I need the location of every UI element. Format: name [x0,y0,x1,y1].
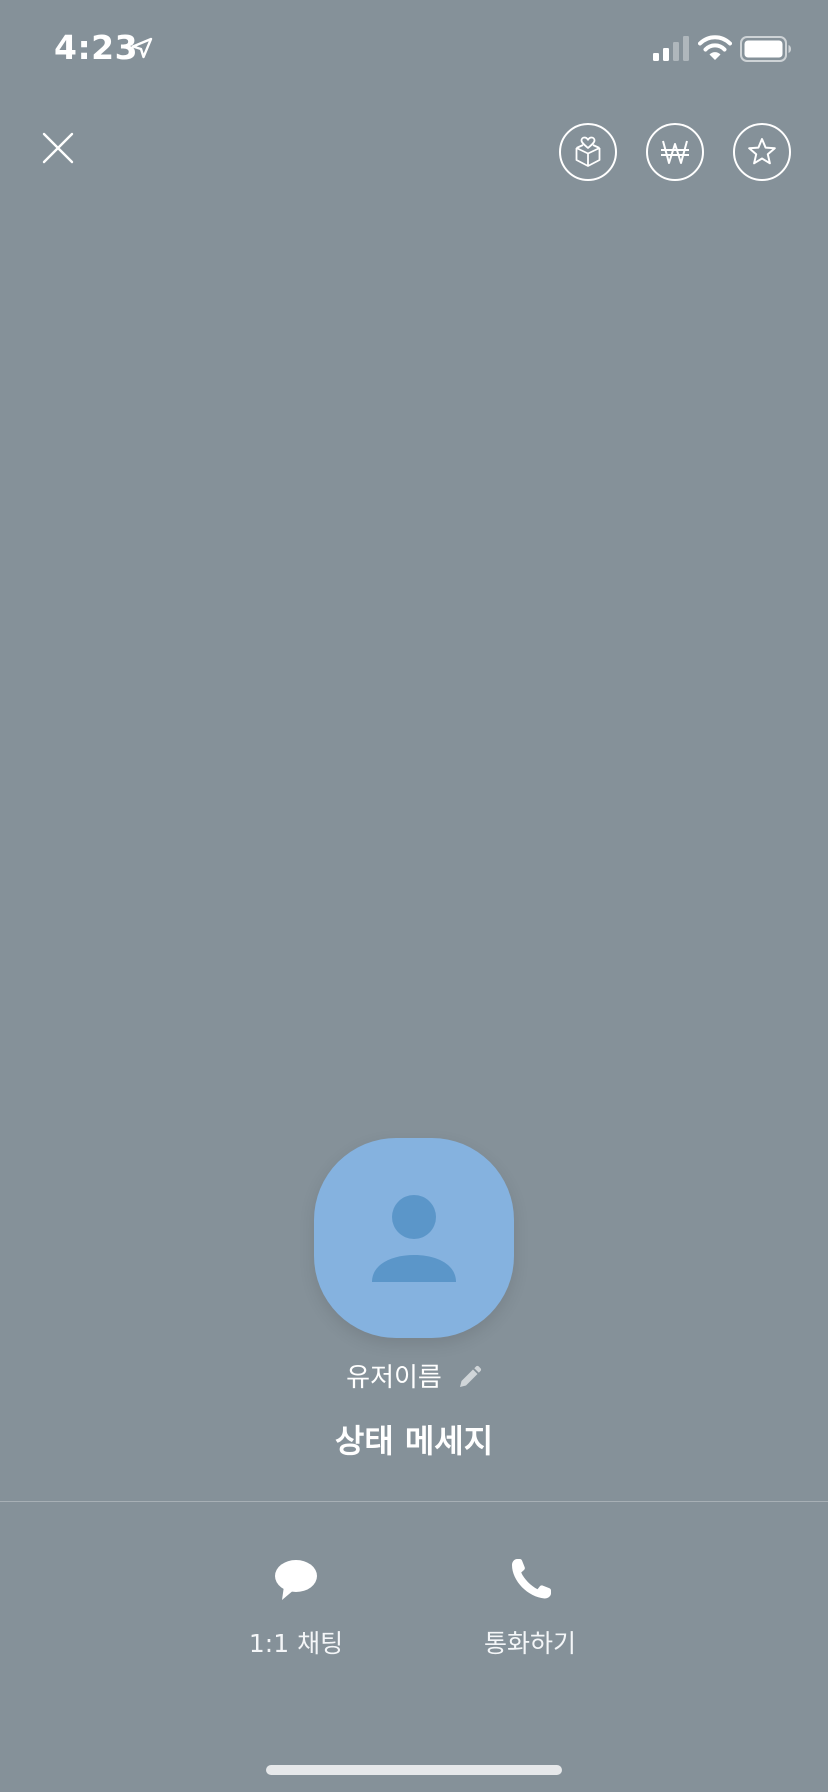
call-button-label: 통화하기 [483,1629,576,1658]
name-row: 유저이름 [0,1360,828,1396]
gift-button[interactable] [559,123,617,181]
gift-icon [575,136,601,167]
pencil-icon[interactable] [456,1365,482,1391]
status-message: 상태 메세지 [334,1422,494,1460]
star-icon [748,138,776,165]
close-icon[interactable] [38,128,78,168]
person-icon [372,1195,456,1282]
call-button[interactable]: 통화하기 [430,1555,630,1661]
chat-button[interactable]: 1:1 채팅 [196,1555,396,1661]
home-indicator[interactable] [266,1765,562,1775]
divider [0,1501,828,1502]
cellular-signal-icon [653,36,689,61]
chat-bubble-icon [275,1560,317,1600]
chat-button-label: 1:1 채팅 [248,1629,344,1658]
user-name: 유저이름 [346,1363,442,1393]
battery-icon [740,36,791,62]
won-payment-button[interactable] [646,123,704,181]
location-arrow-icon [131,37,153,59]
avatar[interactable] [314,1138,514,1338]
favorite-button[interactable] [733,123,791,181]
wifi-icon [698,35,732,60]
status-time: 4:23 [54,28,139,67]
won-icon [661,140,689,164]
phone-icon [512,1559,551,1599]
